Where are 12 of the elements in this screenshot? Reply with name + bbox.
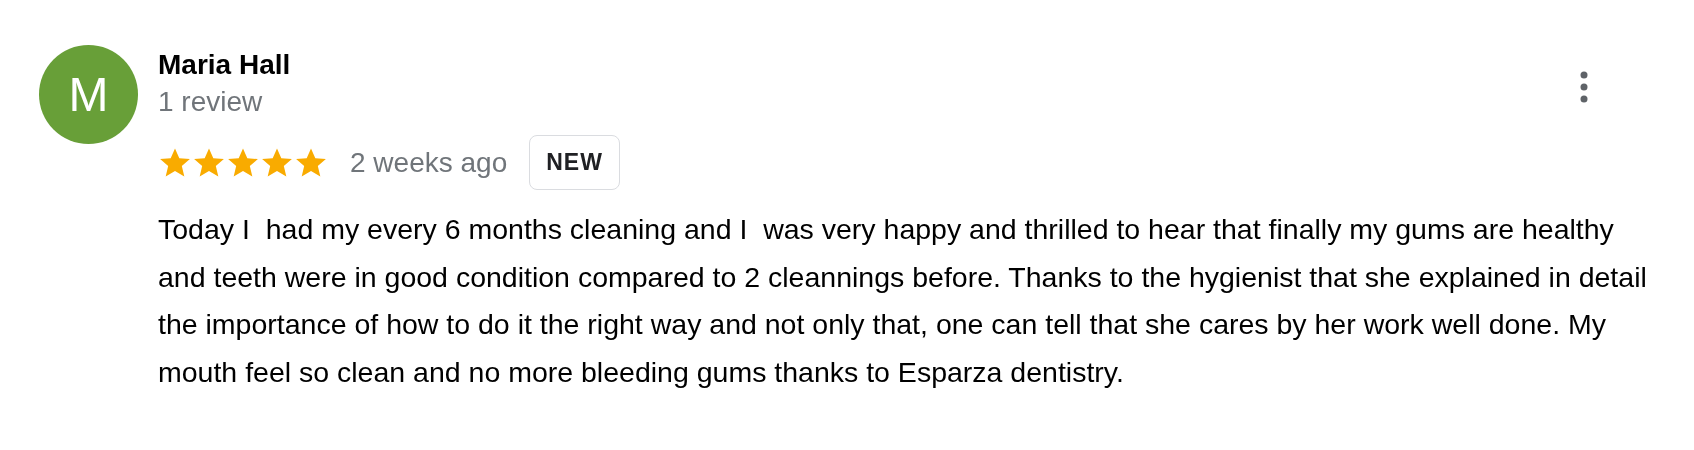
star-icon — [260, 146, 294, 179]
review-count: 1 review — [158, 85, 264, 119]
new-badge: NEW — [529, 135, 620, 190]
more-options-icon[interactable] — [1580, 71, 1588, 103]
review-text: Today I had my every 6 months cleaning and I was very happy and thrilled to hear that finally my gums are healthy and teeth were in good condition compared to 2 cleannings before. Thanks to the hygienist that she explained in detail the importance of how to do it the right way and not only that, one can tell that she cares by her work well done. My mouth feel so clean and no more bleeding gums thanks to Esparza dentistry. — [158, 212, 1648, 390]
review-time: 2 weeks ago — [350, 146, 508, 179]
star-icon — [192, 146, 226, 179]
star-icon — [294, 146, 328, 179]
star-icon — [158, 146, 192, 179]
reviewer-name[interactable]: Maria Hall — [158, 47, 291, 83]
avatar: M — [39, 45, 138, 144]
star-icon — [226, 146, 260, 179]
